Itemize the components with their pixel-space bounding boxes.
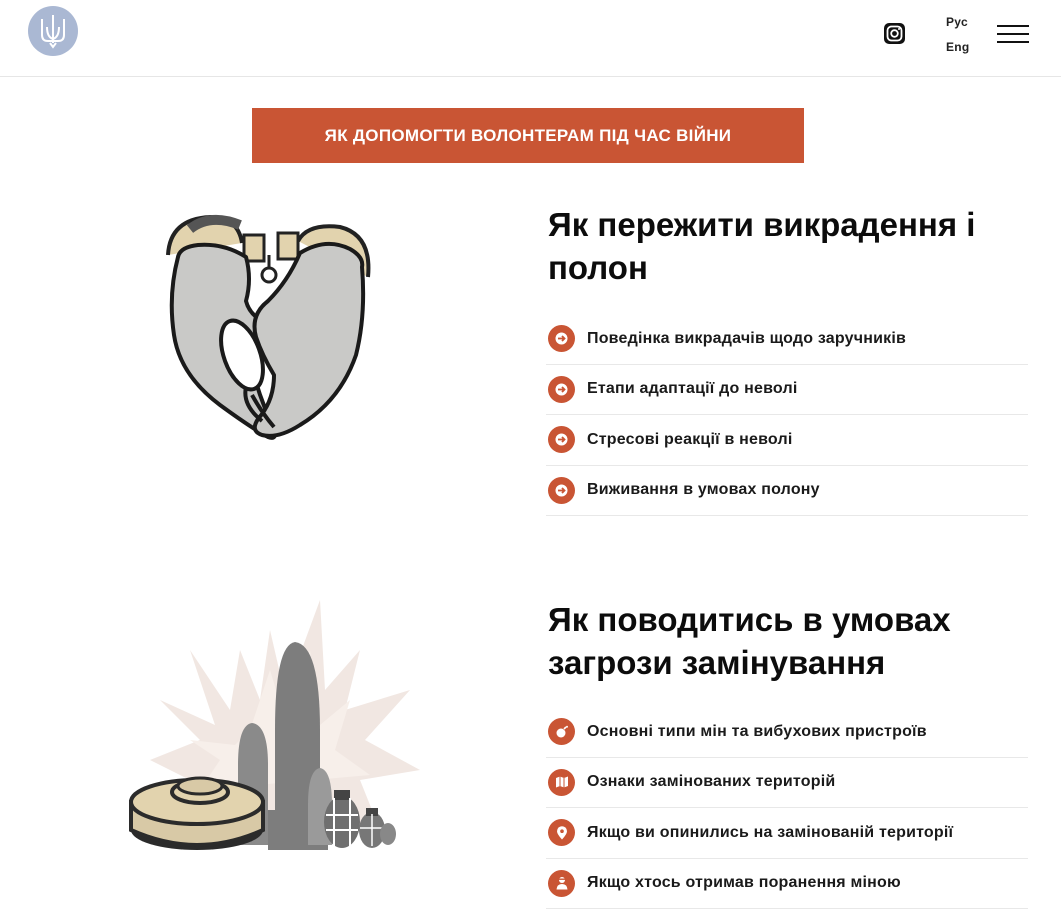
list-item-label: Якщо ви опинились на замінованій територ… <box>587 823 954 841</box>
arrow-right-icon <box>548 426 575 454</box>
arrow-right-icon <box>548 325 575 353</box>
language-switch-en[interactable]: Eng <box>946 40 970 54</box>
list-item[interactable]: Ознаки замінованих територій <box>546 758 1028 808</box>
captivity-topic-list: Поведінка викрадачів щодо заручників Ета… <box>546 314 1028 516</box>
list-item-label: Поведінка викрадачів щодо заручників <box>587 329 907 347</box>
landmine-and-ordnance-illustration <box>129 600 420 850</box>
language-switch-ru[interactable]: Рус <box>946 15 968 29</box>
hamburger-menu-icon[interactable] <box>997 24 1029 44</box>
list-item-label: Виживання в умовах полону <box>587 481 820 499</box>
list-item[interactable]: Виживання в умовах полону <box>546 466 1028 516</box>
location-pin-icon <box>548 819 575 847</box>
list-item-label: Якщо хтось отримав поранення міною <box>587 874 901 892</box>
site-logo[interactable] <box>28 6 78 56</box>
list-item[interactable]: Якщо ви опинились на замінованій територ… <box>546 808 1028 859</box>
list-item[interactable]: Якщо хтось отримав поранення міною <box>546 859 1028 909</box>
bomb-icon <box>548 718 575 746</box>
list-item-label: Етапи адаптації до неволі <box>587 380 798 398</box>
list-item[interactable]: Стресові реакції в неволі <box>546 415 1028 466</box>
instagram-icon[interactable] <box>884 23 905 44</box>
arrow-right-icon <box>548 375 575 403</box>
list-item-label: Ознаки замінованих територій <box>587 773 836 791</box>
list-item-label: Стресові реакції в неволі <box>587 430 793 448</box>
section-title-mines: Як поводитись в умовах загрози замінуван… <box>548 601 951 681</box>
site-header: Рус Eng <box>0 0 1061 77</box>
handcuffed-hands-illustration <box>166 214 371 440</box>
mines-topic-list: Основні типи мін та вибухових пристроїв … <box>546 707 1028 909</box>
list-item[interactable]: Поведінка викрадачів щодо заручників <box>546 314 1028 365</box>
list-item[interactable]: Основні типи мін та вибухових пристроїв <box>546 707 1028 758</box>
section-title-captivity: Як пережити викрадення і полон <box>548 206 976 286</box>
list-item-label: Основні типи мін та вибухових пристроїв <box>587 722 927 740</box>
injured-person-icon <box>548 869 575 897</box>
trident-emblem-icon <box>41 15 65 49</box>
list-item[interactable]: Етапи адаптації до неволі <box>546 365 1028 415</box>
map-icon <box>548 768 575 796</box>
volunteer-help-button[interactable]: ЯК ДОПОМОГТИ ВОЛОНТЕРАМ ПІД ЧАС ВІЙНИ <box>252 108 804 163</box>
arrow-right-icon <box>548 476 575 504</box>
